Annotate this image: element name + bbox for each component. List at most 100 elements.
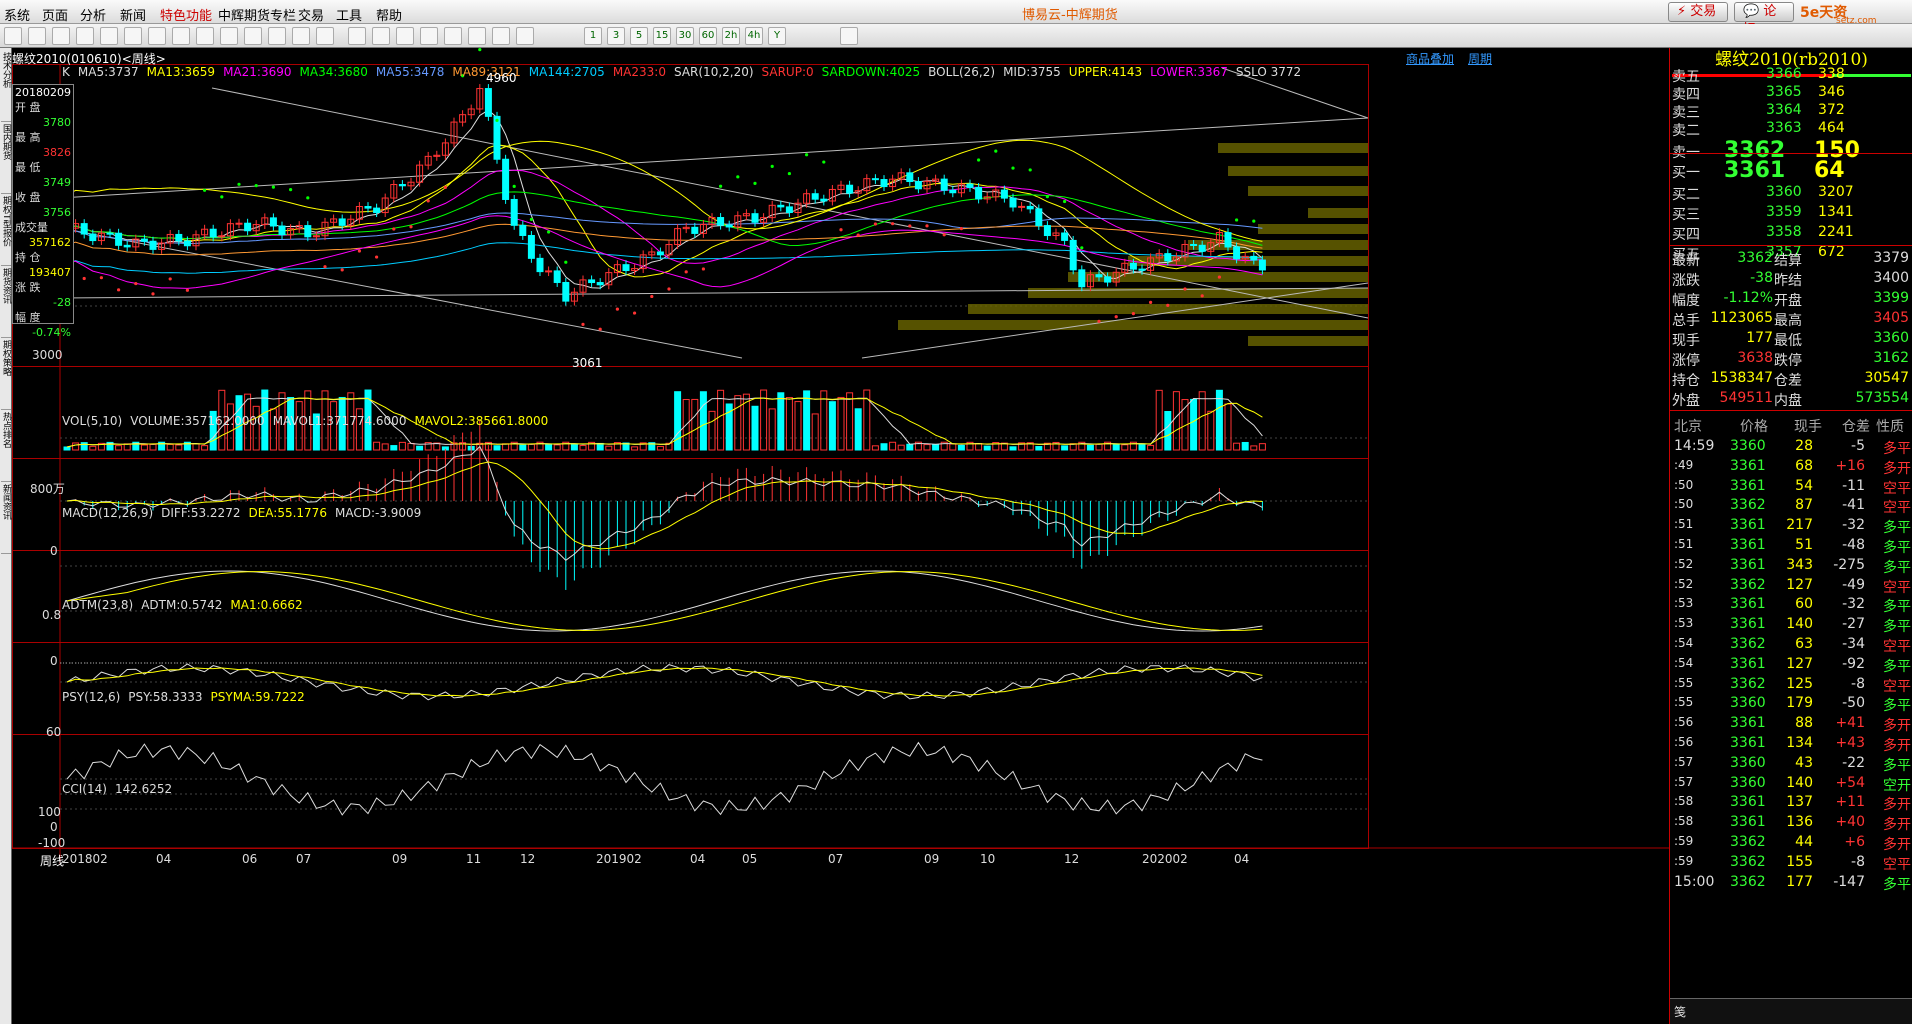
- year-icon[interactable]: [444, 27, 462, 45]
- calc-icon[interactable]: [840, 27, 858, 45]
- tick-time: :49: [1674, 457, 1694, 472]
- psy-axis-label: 60: [46, 725, 62, 739]
- tick-qty: 140: [1786, 774, 1813, 791]
- sar-dot: [994, 149, 998, 153]
- sar-dot: [1011, 166, 1015, 170]
- period-button-30[interactable]: 30: [676, 27, 694, 45]
- volume-bar: [734, 395, 742, 451]
- candle-body: [398, 184, 406, 187]
- menu-item[interactable]: 页面: [42, 5, 68, 24]
- table-icon[interactable]: [268, 27, 286, 45]
- menu-item[interactable]: 帮助: [376, 5, 402, 24]
- left-tab[interactable]: 期货资讯: [1, 268, 11, 338]
- zoom-out-icon[interactable]: [148, 27, 166, 45]
- tick-time: :52: [1674, 576, 1694, 591]
- toolbar-icon[interactable]: [492, 27, 510, 45]
- period-button-60[interactable]: 60: [699, 27, 717, 45]
- grid-icon[interactable]: [172, 27, 190, 45]
- stat-label: 涨跌: [1672, 273, 1700, 289]
- funnel-icon[interactable]: [220, 27, 238, 45]
- volume-bar: [828, 401, 836, 451]
- menu-item[interactable]: 中辉期货专栏: [218, 5, 296, 24]
- sar-dot: [409, 225, 413, 229]
- week-icon[interactable]: [372, 27, 390, 45]
- info-item: 3749: [43, 176, 71, 189]
- toolbar-icon[interactable]: [468, 27, 486, 45]
- tick-delta: -275: [1833, 556, 1865, 573]
- trade-button[interactable]: ⚡ 交易: [1668, 2, 1728, 22]
- info-item: 3780: [43, 116, 71, 129]
- sar-dot: [1149, 300, 1153, 304]
- legend-item: SAR(10,2,20): [673, 65, 754, 79]
- menu-item[interactable]: 分析: [80, 5, 106, 24]
- sar-dot: [805, 153, 809, 157]
- menu-item[interactable]: 工具: [336, 5, 362, 24]
- tick-delta: -27: [1842, 616, 1865, 633]
- tick-price: 3362: [1730, 576, 1766, 593]
- ma-line: [66, 169, 1263, 264]
- refresh-icon[interactable]: [100, 27, 118, 45]
- left-tab[interactable]: 新闻资讯: [1, 484, 11, 554]
- month-icon[interactable]: [396, 27, 414, 45]
- kline-chart[interactable]: 螺纹2010(010610)<周线> 商品叠加 周期 K MA5:3737 MA13…: [12, 48, 1669, 1024]
- tick-header-label: 北京: [1674, 419, 1702, 435]
- date-label: 04: [156, 852, 172, 866]
- menu-item[interactable]: 新闻: [120, 5, 146, 24]
- tick-header-label: 现手: [1794, 419, 1822, 435]
- legend-item: VOLUME:357162.0000: [130, 414, 265, 428]
- tick-row: :57 3360 43 -22 多平: [1670, 753, 1912, 774]
- stat-row: 现手 177 最低 3360: [1670, 328, 1912, 349]
- bottom-tab[interactable]: 笺: [1674, 1003, 1686, 1020]
- day-icon[interactable]: [348, 27, 366, 45]
- period-button-5[interactable]: 5: [630, 27, 648, 45]
- tick-delta: +54: [1835, 774, 1865, 791]
- tick-qty: 140: [1786, 616, 1813, 633]
- period-button-15[interactable]: 15: [653, 27, 671, 45]
- period-button-4h[interactable]: 4h: [745, 27, 763, 45]
- left-tab[interactable]: 期权T型报价: [1, 196, 11, 266]
- volume-profile-bar: [898, 320, 1368, 330]
- tick-row: :58 3361 137 +11 多开: [1670, 792, 1912, 813]
- zoom-in-icon[interactable]: [124, 27, 142, 45]
- period-button-Y[interactable]: Y: [768, 27, 786, 45]
- candle-body: [725, 224, 733, 228]
- menu-item[interactable]: 交易: [298, 5, 324, 24]
- sar-dot: [1235, 218, 1239, 222]
- period-button-3[interactable]: 3: [607, 27, 625, 45]
- season-icon[interactable]: [420, 27, 438, 45]
- psy-legend: PSY(12,6) PSY:58.3333 PSYMA:59.7222: [62, 690, 313, 704]
- sar-dot: [426, 199, 430, 203]
- menu-item[interactable]: 特色功能: [160, 5, 212, 24]
- tick-delta: +11: [1835, 794, 1865, 811]
- candle-icon[interactable]: [316, 27, 334, 45]
- period-link[interactable]: 周期: [1468, 50, 1492, 67]
- menu-item[interactable]: 系统: [4, 5, 30, 24]
- tick-qty: 88: [1795, 715, 1813, 732]
- candle-body: [373, 207, 381, 214]
- pen-icon[interactable]: [196, 27, 214, 45]
- left-tab[interactable]: 热点排名: [1, 412, 11, 482]
- left-tab[interactable]: 期权策略: [1, 340, 11, 410]
- overlay-link[interactable]: 商品叠加: [1406, 50, 1454, 67]
- sar-dot: [684, 270, 688, 274]
- back-icon[interactable]: [4, 27, 22, 45]
- right-icon[interactable]: [76, 27, 94, 45]
- home-icon[interactable]: [28, 27, 46, 45]
- chart-icon[interactable]: [244, 27, 262, 45]
- volume-bar: [527, 443, 535, 451]
- forum-button[interactable]: 💬 论坛: [1734, 2, 1794, 37]
- toolbar-icon[interactable]: [516, 27, 534, 45]
- left-tab[interactable]: 国内期货: [1, 124, 11, 194]
- tick-delta: -22: [1842, 754, 1865, 771]
- volume-bar: [751, 405, 759, 451]
- stat-label: 持仓: [1672, 373, 1700, 389]
- candle-body: [562, 281, 570, 302]
- info-item: 最 高: [15, 131, 41, 144]
- period-button-2h[interactable]: 2h: [722, 27, 740, 45]
- ask-volume: 338: [1818, 66, 1845, 82]
- cci-axis-label: 100: [38, 805, 61, 819]
- period-button-1[interactable]: 1: [584, 27, 602, 45]
- left-icon[interactable]: [52, 27, 70, 45]
- left-tab[interactable]: 技术分析: [1, 52, 11, 122]
- line-icon[interactable]: [292, 27, 310, 45]
